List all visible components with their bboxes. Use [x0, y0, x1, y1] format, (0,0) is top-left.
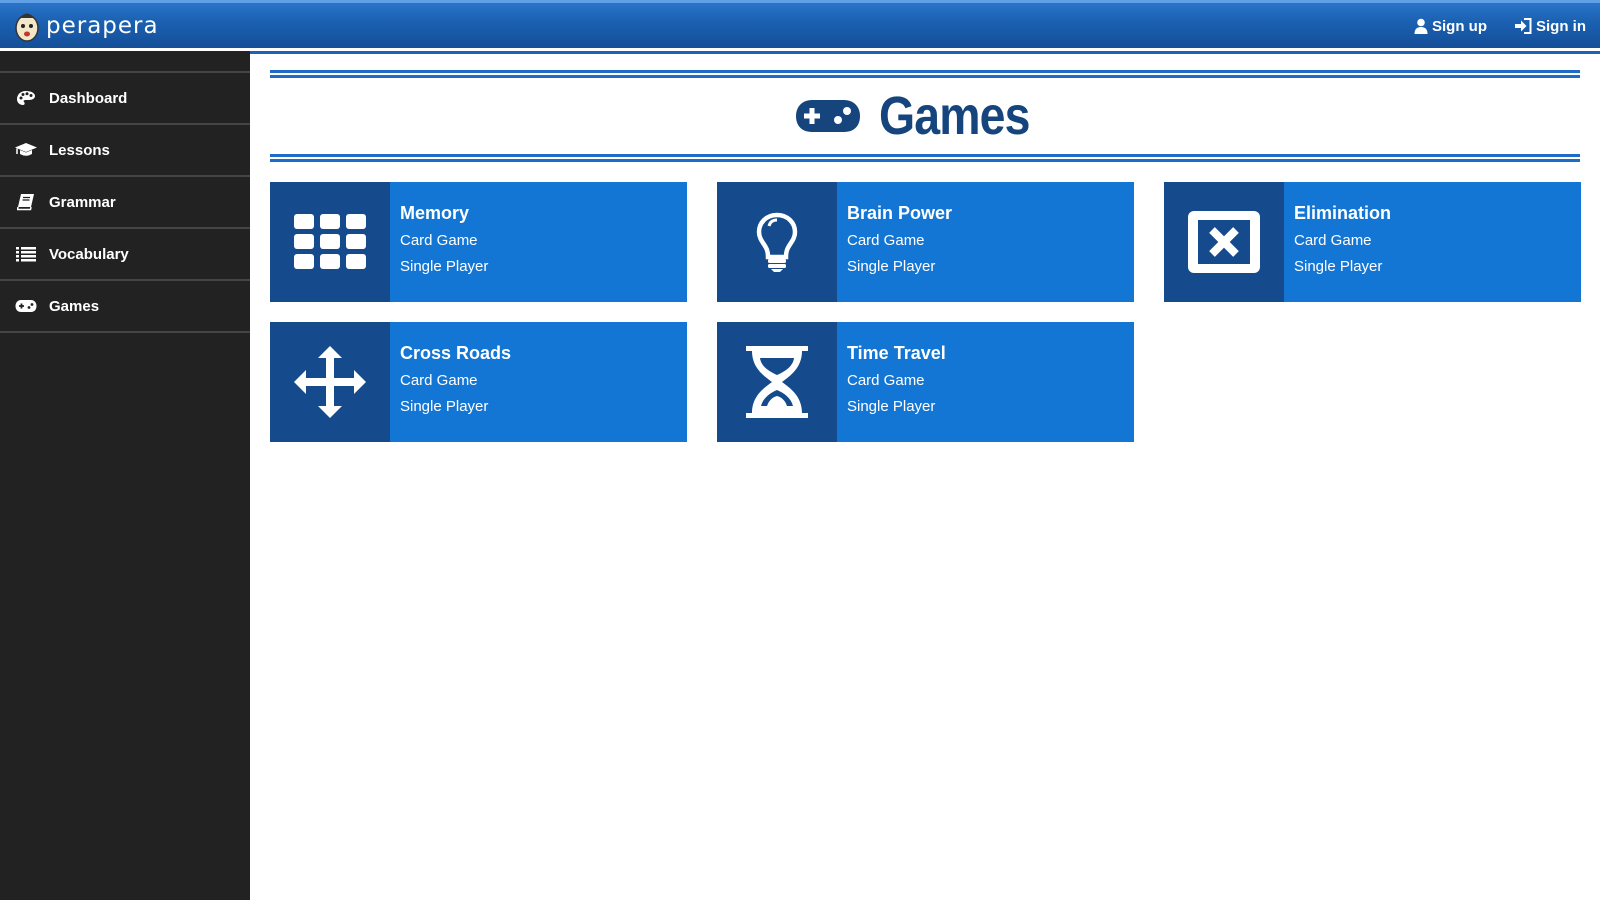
page-title: Games — [270, 78, 1580, 154]
game-players: Single Player — [847, 398, 936, 415]
sign-in-label: Sign in — [1536, 17, 1586, 35]
title-rule-top — [270, 70, 1580, 78]
brand-name: perapera — [46, 13, 159, 39]
sidebar-item-dashboard[interactable]: Dashboard — [0, 73, 250, 125]
user-icon — [1414, 18, 1428, 34]
brand[interactable]: perapera — [14, 6, 159, 46]
list-icon — [0, 246, 49, 262]
main-content: Games Memory Card Game Single Player Bra… — [270, 51, 1581, 442]
page-title-text: Games — [879, 86, 1031, 146]
sidebar-menu: Dashboard Lessons Grammar Vocabulary Gam… — [0, 71, 250, 333]
sidebar-item-label: Lessons — [49, 141, 110, 159]
game-title: Elimination — [1294, 203, 1392, 223]
sidebar: Dashboard Lessons Grammar Vocabulary Gam… — [0, 51, 250, 900]
game-card-body: Brain Power Card Game Single Player — [837, 182, 962, 302]
game-card-elimination[interactable]: Elimination Card Game Single Player — [1164, 182, 1581, 302]
grid-icon — [270, 182, 390, 302]
graduation-cap-icon — [0, 142, 49, 158]
game-card-memory[interactable]: Memory Card Game Single Player — [270, 182, 687, 302]
game-title: Brain Power — [847, 203, 953, 223]
game-card-cross-roads[interactable]: Cross Roads Card Game Single Player — [270, 322, 687, 442]
mascot-logo-icon — [15, 13, 39, 42]
sidebar-item-label: Grammar — [49, 193, 116, 211]
hourglass-icon — [717, 322, 837, 442]
game-type: Card Game — [400, 232, 478, 249]
book-icon — [0, 193, 49, 211]
sign-up-label: Sign up — [1432, 17, 1487, 35]
game-title: Cross Roads — [400, 343, 512, 363]
sign-in-icon — [1515, 18, 1532, 34]
sidebar-item-vocabulary[interactable]: Vocabulary — [0, 229, 250, 281]
game-players: Single Player — [847, 258, 936, 275]
sidebar-item-label: Vocabulary — [49, 245, 129, 263]
sidebar-item-games[interactable]: Games — [0, 281, 250, 333]
top-navbar: perapera Sign up Sign in — [0, 0, 1600, 54]
game-type: Card Game — [847, 232, 925, 249]
game-type: Card Game — [847, 372, 925, 389]
games-grid: Memory Card Game Single Player Brain Pow… — [270, 182, 1581, 442]
arrows-icon — [270, 322, 390, 442]
game-type: Card Game — [1294, 232, 1372, 249]
top-nav-links: Sign up Sign in — [1414, 6, 1586, 46]
game-players: Single Player — [400, 258, 489, 275]
game-title: Time Travel — [847, 343, 946, 363]
gamepad-icon — [796, 100, 861, 132]
title-rule-bottom — [270, 154, 1580, 162]
game-card-body: Elimination Card Game Single Player — [1284, 182, 1401, 302]
game-card-time-travel[interactable]: Time Travel Card Game Single Player — [717, 322, 1134, 442]
sign-up-link[interactable]: Sign up — [1414, 18, 1487, 35]
game-card-brain-power[interactable]: Brain Power Card Game Single Player — [717, 182, 1134, 302]
gamepad-icon — [0, 299, 49, 313]
game-players: Single Player — [1294, 258, 1383, 275]
game-players: Single Player — [400, 398, 489, 415]
close-box-icon — [1164, 182, 1284, 302]
game-card-body: Memory Card Game Single Player — [390, 182, 498, 302]
game-card-body: Time Travel Card Game Single Player — [837, 322, 956, 442]
game-card-body: Cross Roads Card Game Single Player — [390, 322, 521, 442]
game-type: Card Game — [400, 372, 478, 389]
sign-in-link[interactable]: Sign in — [1515, 18, 1586, 35]
lightbulb-icon — [717, 182, 837, 302]
sidebar-item-label: Dashboard — [49, 89, 128, 107]
palette-icon — [0, 90, 49, 106]
sidebar-item-lessons[interactable]: Lessons — [0, 125, 250, 177]
game-title: Memory — [400, 203, 470, 223]
sidebar-item-grammar[interactable]: Grammar — [0, 177, 250, 229]
sidebar-item-label: Games — [49, 297, 100, 315]
